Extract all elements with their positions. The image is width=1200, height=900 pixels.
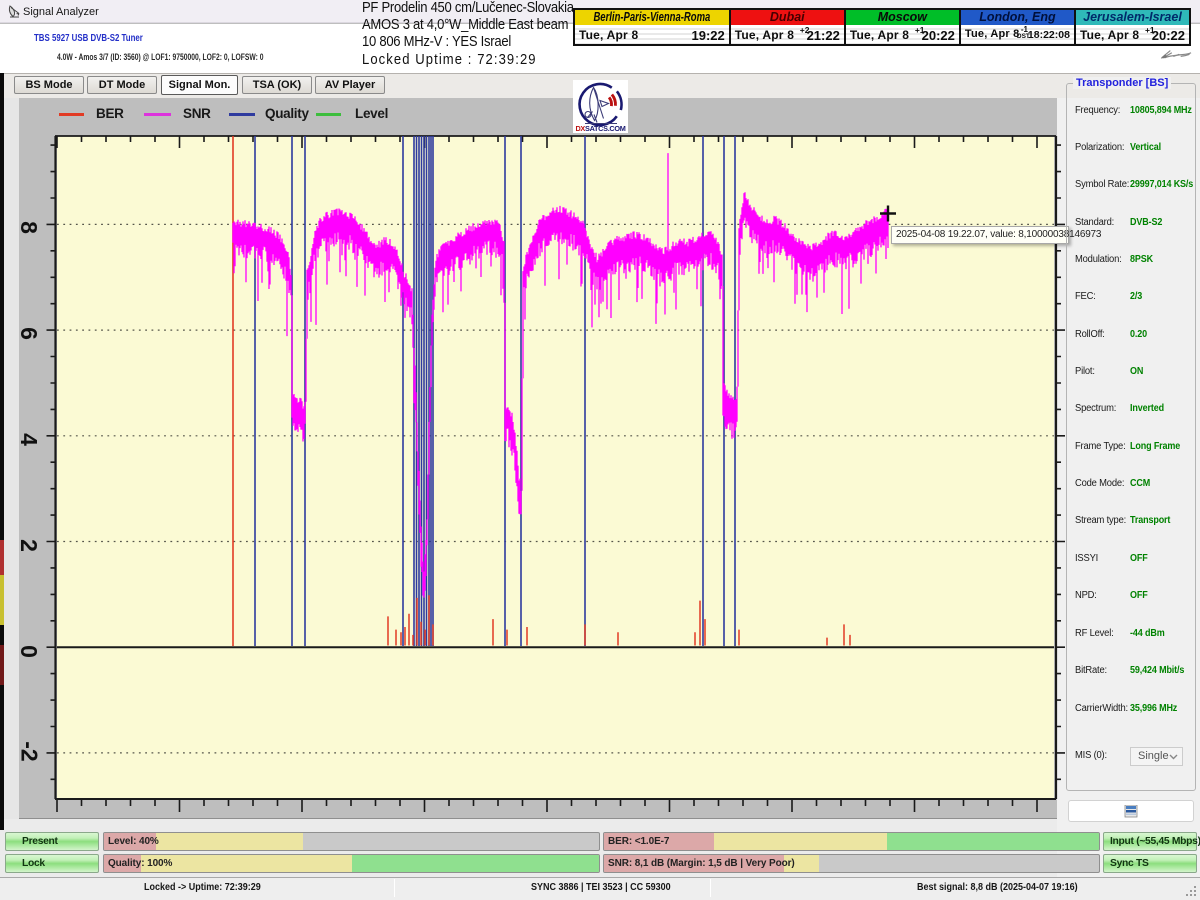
svg-text:DXSATCS.COM: DXSATCS.COM <box>575 124 625 133</box>
